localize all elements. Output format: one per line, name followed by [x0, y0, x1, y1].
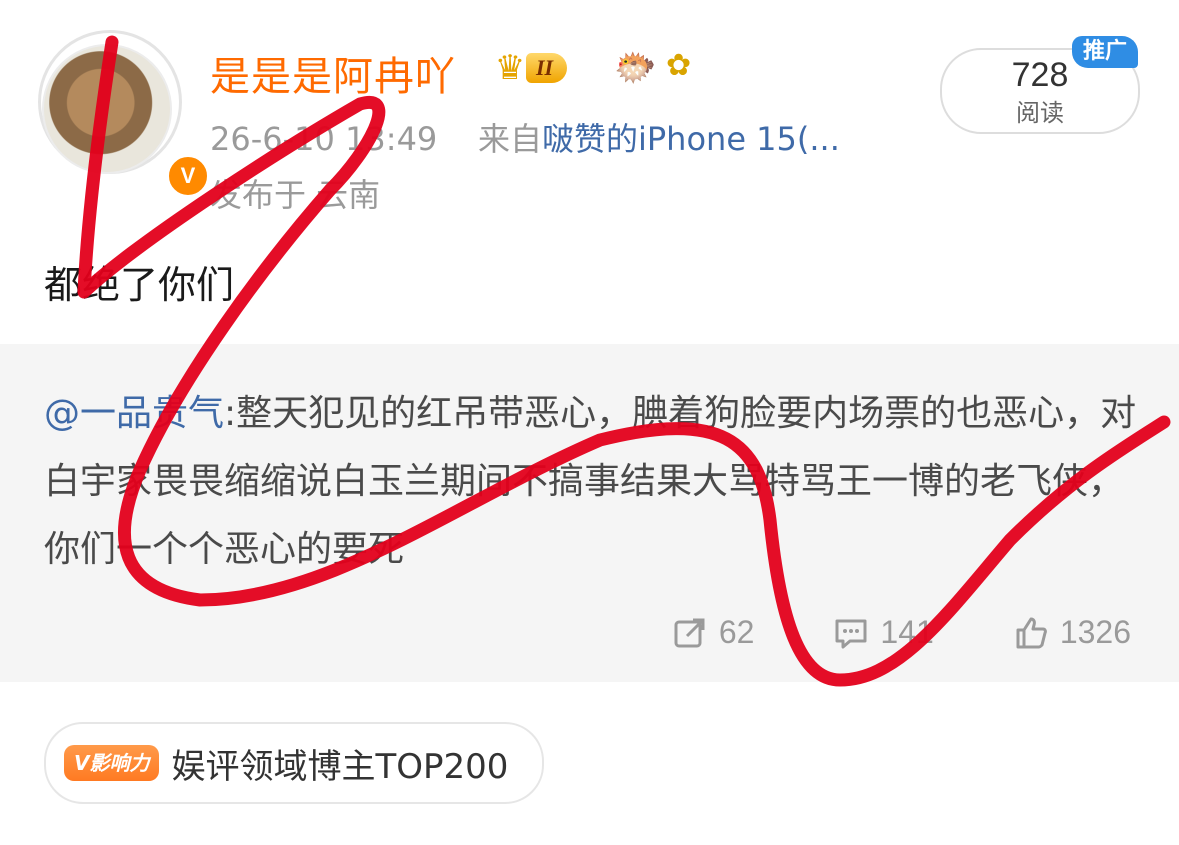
- influence-badge[interactable]: V影响力 娱评领域博主TOP200: [44, 722, 545, 804]
- comment-count: 141: [880, 614, 934, 650]
- promote-tag[interactable]: 推广: [1072, 36, 1138, 68]
- level-label: II: [526, 53, 568, 83]
- read-label: 阅读: [1016, 99, 1064, 127]
- fish-emoji-icon: 🐡: [614, 48, 657, 88]
- source-device-link[interactable]: 啵赞的iPhone 15(...: [542, 120, 840, 158]
- share-count: 62: [718, 614, 755, 650]
- influence-label: 娱评领域博主TOP200: [171, 746, 509, 787]
- username[interactable]: 是是是阿冉吖: [210, 44, 456, 102]
- like-button[interactable]: 1326: [1014, 614, 1131, 651]
- repost-body: @一品贵气:整天犯见的红吊带恶心，腆着狗脸要内场票的也恶心，对白宇家畏畏缩缩说白…: [44, 380, 1144, 584]
- post-meta: 26-6-10 13:49 来自啵赞的iPhone 15(...: [210, 114, 840, 160]
- comment-icon: [835, 619, 867, 648]
- flower-emoji-icon: ✿: [666, 48, 692, 83]
- crown-icon: ♛: [494, 48, 526, 88]
- avatar[interactable]: V: [38, 30, 210, 198]
- member-level-badge[interactable]: ♛ II: [490, 48, 568, 88]
- repost-action-bar: 62 141 1326: [673, 614, 1131, 651]
- post-body: 都绝了你们: [44, 263, 235, 307]
- like-count: 1326: [1059, 614, 1131, 650]
- share-icon: [674, 618, 705, 647]
- verified-badge-icon: V: [166, 154, 210, 198]
- comment-button[interactable]: 141: [834, 614, 934, 651]
- share-button[interactable]: 62: [673, 614, 755, 651]
- source-prefix: 来自: [477, 120, 542, 158]
- repost-mention-link[interactable]: @一品贵气: [44, 393, 224, 434]
- post-timestamp: 26-6-10 13:49: [210, 120, 438, 158]
- like-icon: [1016, 617, 1047, 648]
- post-location: 发布于 云南: [210, 176, 381, 214]
- rabbit-avatar-image: [42, 44, 172, 174]
- v-influence-tag: V影响力: [64, 745, 160, 781]
- repost-card[interactable]: @一品贵气:整天犯见的红吊带恶心，腆着狗脸要内场票的也恶心，对白宇家畏畏缩缩说白…: [0, 344, 1179, 682]
